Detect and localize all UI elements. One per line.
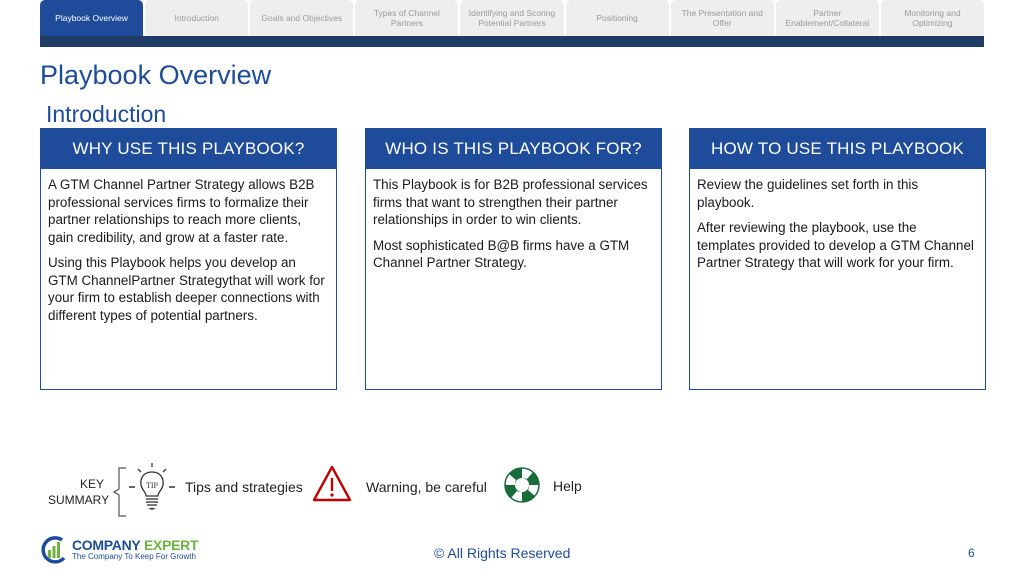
copyright-text: © All Rights Reserved xyxy=(434,545,571,561)
card-heading: HOW TO USE THIS PLAYBOOK xyxy=(690,129,985,169)
tab-presentation-and-offer[interactable]: The Presentation and Offer xyxy=(670,0,774,36)
tab-types-of-channel-partners[interactable]: Types of Channel Partners xyxy=(355,0,459,36)
brace-icon xyxy=(112,467,126,517)
company-logo: COMPANY EXPERT The Company To Keep For G… xyxy=(40,536,199,564)
tab-playbook-overview[interactable]: Playbook Overview xyxy=(40,0,144,36)
card-who-for: WHO IS THIS PLAYBOOK FOR? This Playbook … xyxy=(365,128,662,390)
card-body: A GTM Channel Partner Strategy allows B2… xyxy=(41,169,336,324)
card-why-use: WHY USE THIS PLAYBOOK? A GTM Channel Par… xyxy=(40,128,337,390)
page-number: 6 xyxy=(968,546,975,560)
card-heading: WHY USE THIS PLAYBOOK? xyxy=(41,129,336,169)
svg-text:TIP: TIP xyxy=(146,481,159,490)
tab-underline-strip xyxy=(40,36,984,47)
section-subtitle: Introduction xyxy=(46,101,167,127)
logo-tagline: The Company To Keep For Growth xyxy=(72,552,196,561)
card-body: This Playbook is for B2B professional se… xyxy=(366,169,661,272)
card-heading: WHO IS THIS PLAYBOOK FOR? xyxy=(366,129,661,169)
logo-name: COMPANY EXPERT xyxy=(72,537,199,553)
card-body: Review the guidelines set forth in this … xyxy=(690,169,985,272)
key-summary-label: KEY SUMMARY xyxy=(48,477,110,507)
card-paragraph: Using this Playbook helps you develop an… xyxy=(48,255,325,323)
legend-help-label: Help xyxy=(553,478,582,494)
lightbulb-icon: TIP xyxy=(129,463,175,510)
tab-goals-and-objectives[interactable]: Goals and Objectives xyxy=(250,0,354,36)
page-title: Playbook Overview xyxy=(40,60,272,90)
card-paragraph: Most sophisticated B@B firms have a GTM … xyxy=(373,237,630,271)
lifebuoy-icon xyxy=(504,467,540,503)
warning-icon xyxy=(312,465,352,502)
tab-monitoring-and-optimizing[interactable]: Monitoring and Optimizing xyxy=(880,0,984,36)
tab-introduction[interactable]: Introduction xyxy=(145,0,249,36)
tab-partner-enablement[interactable]: Partner Enablement/Collateral xyxy=(775,0,879,36)
card-paragraph: Review the guidelines set forth in this … xyxy=(697,177,919,210)
card-paragraph: This Playbook is for B2B professional se… xyxy=(373,177,648,227)
card-how-to-use: HOW TO USE THIS PLAYBOOK Review the guid… xyxy=(689,128,986,390)
legend-warning-label: Warning, be careful xyxy=(366,479,487,495)
tab-positioning[interactable]: Positioning xyxy=(565,0,669,36)
logo-mark-icon xyxy=(41,536,66,564)
tab-identifying-and-scoring[interactable]: Identifying and Scoring Potential Partne… xyxy=(460,0,564,36)
card-paragraph: After reviewing the playbook, use the te… xyxy=(697,220,974,270)
legend-tips-label: Tips and strategies xyxy=(185,479,303,495)
section-tabs: Playbook Overview Introduction Goals and… xyxy=(40,0,984,36)
card-paragraph: A GTM Channel Partner Strategy allows B2… xyxy=(48,177,315,245)
